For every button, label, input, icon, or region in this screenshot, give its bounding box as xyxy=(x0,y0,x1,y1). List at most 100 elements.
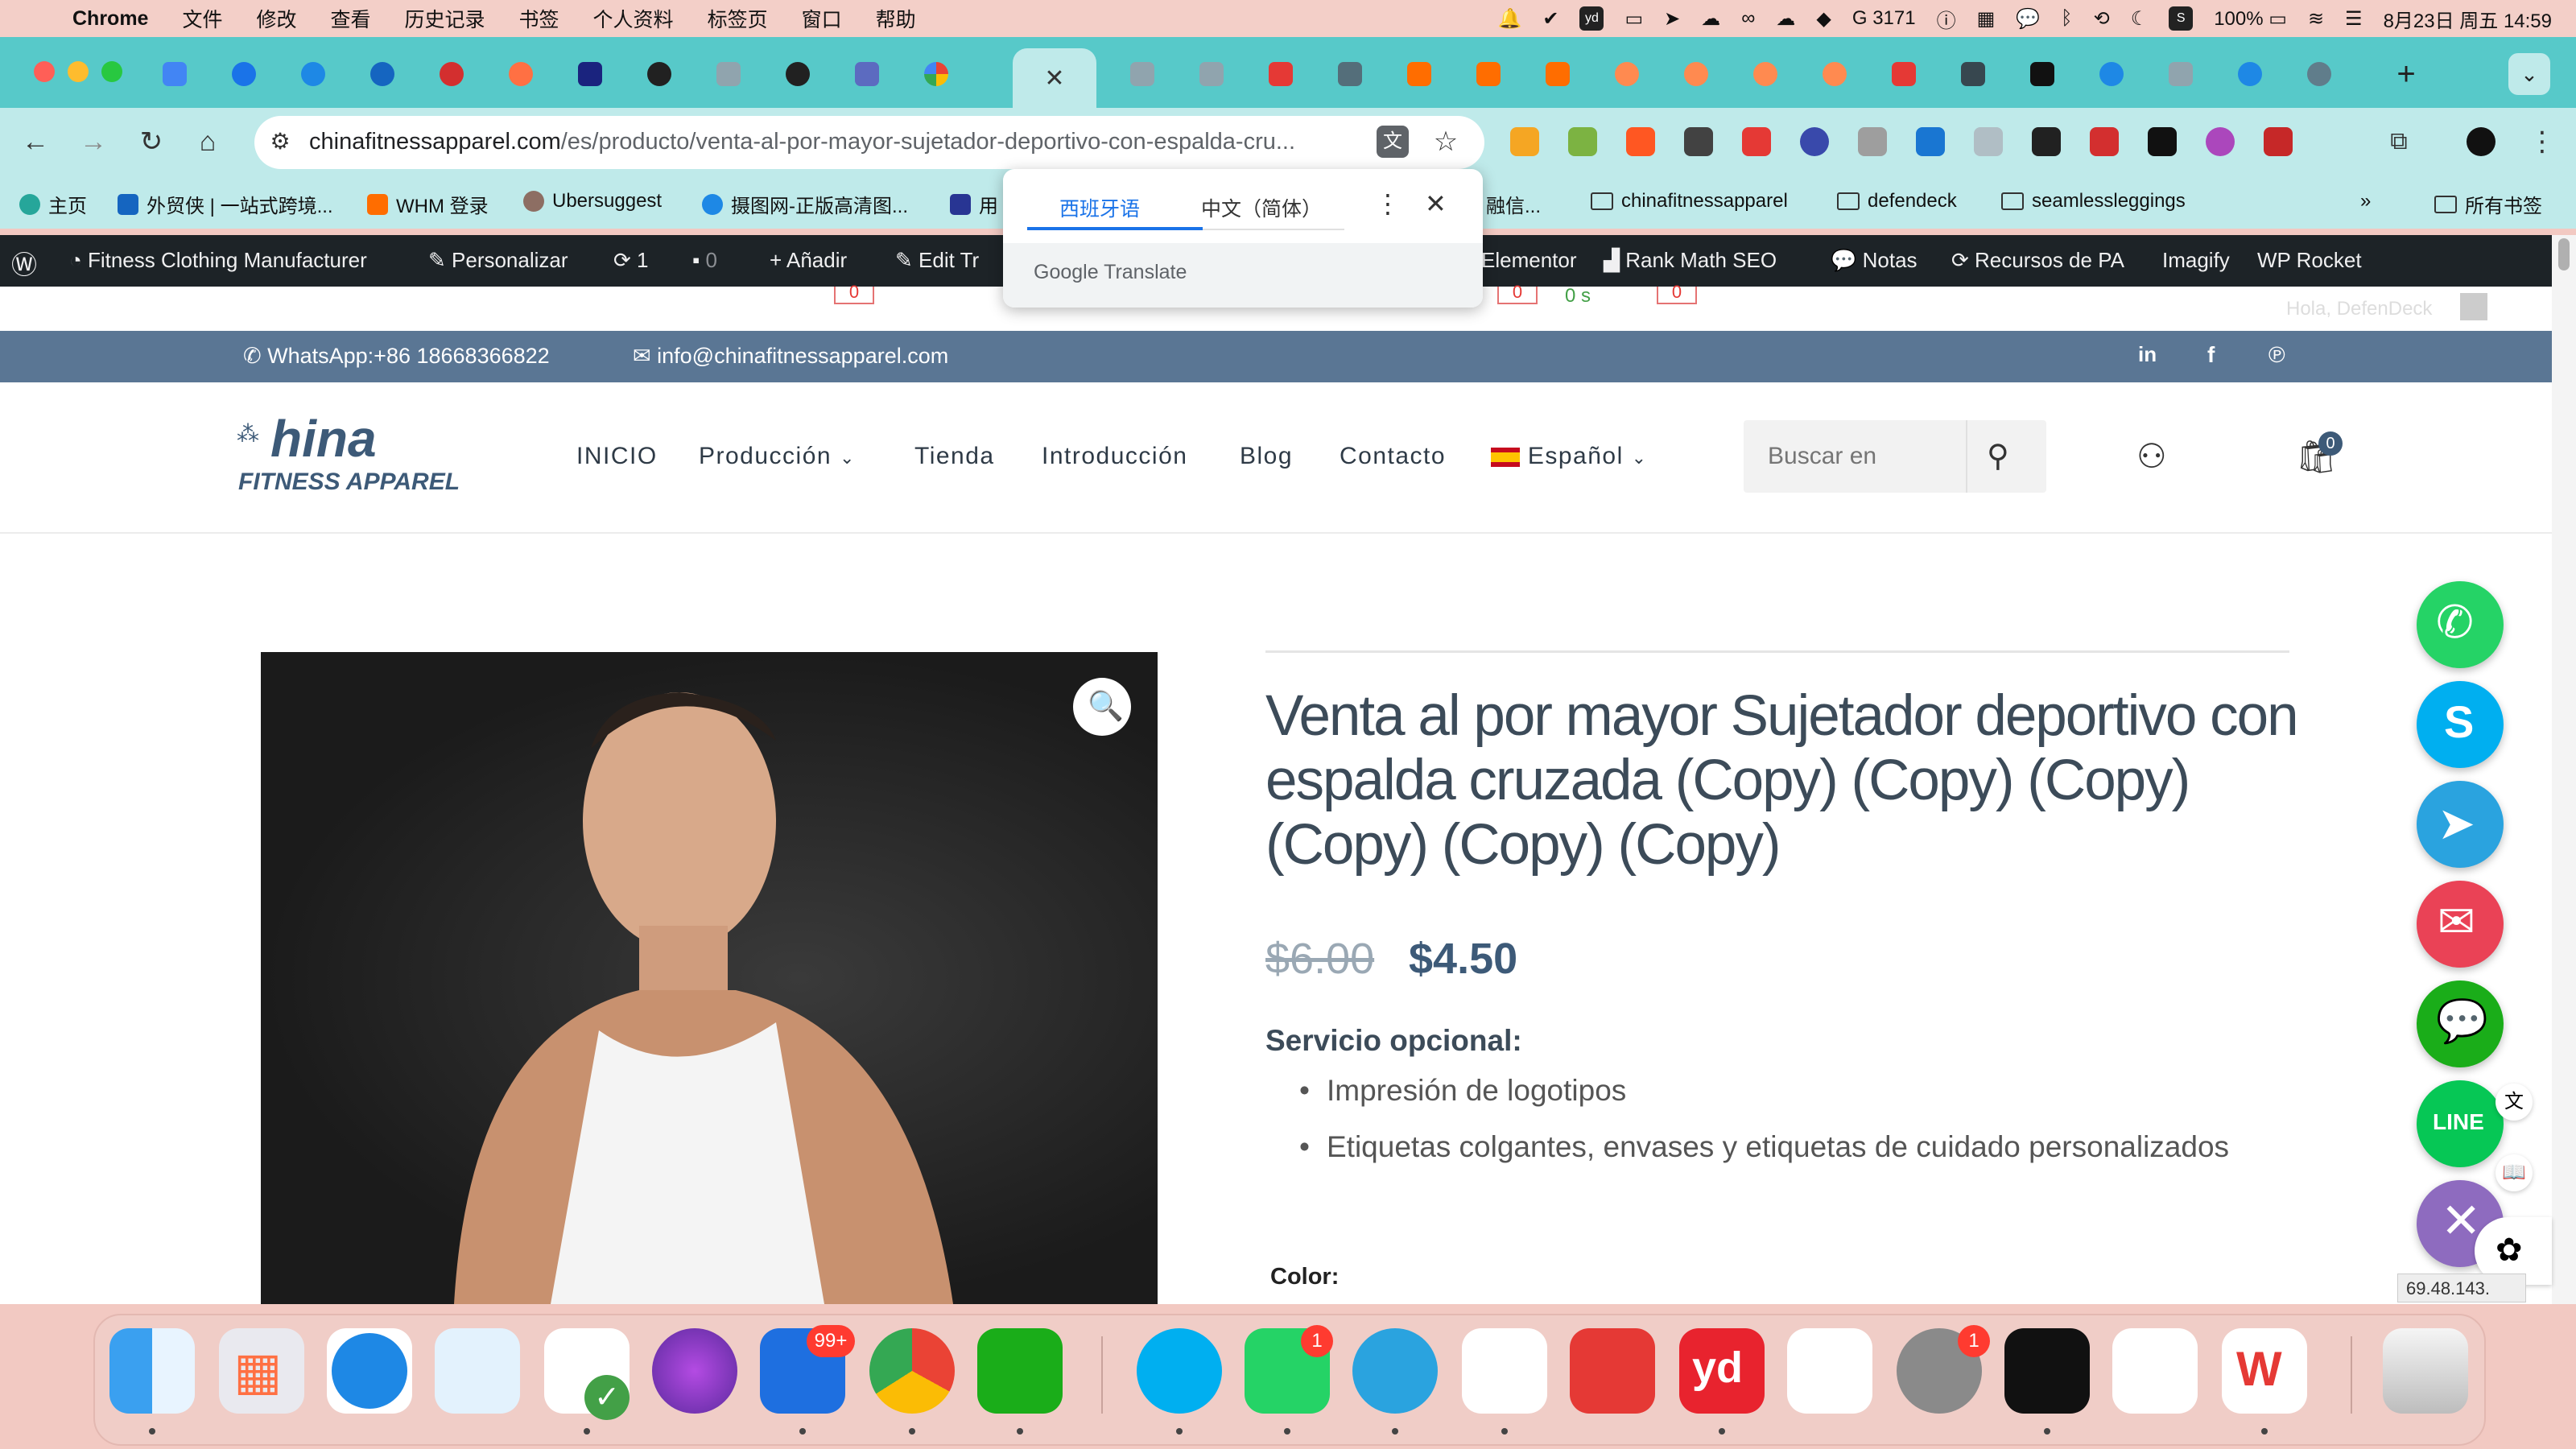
more-menu-icon[interactable]: ⋮ xyxy=(2526,126,2558,158)
wp-notes[interactable]: 💬 Notas xyxy=(1831,248,1918,273)
wp-edit[interactable]: ✎ Edit Tr xyxy=(895,248,979,273)
page-scrollbar[interactable] xyxy=(2552,235,2576,1304)
float-whatsapp-button[interactable]: ✆ xyxy=(2417,581,2504,668)
tab-26[interactable] xyxy=(2011,53,2074,95)
extension-icon[interactable] xyxy=(1626,127,1655,156)
scrollbar-thumb[interactable] xyxy=(2558,238,2570,270)
bookmark-star-icon[interactable]: ☆ xyxy=(1430,126,1462,158)
extension-icon[interactable] xyxy=(2206,127,2235,156)
product-image[interactable] xyxy=(261,652,1158,1304)
wp-customize[interactable]: ✎ Personalizar xyxy=(428,248,568,273)
translate-tab-source[interactable]: 西班牙语 xyxy=(1059,193,1140,222)
tab-22[interactable] xyxy=(1734,53,1797,95)
wp-elementor[interactable]: Elementor xyxy=(1481,248,1577,273)
dock-safari-icon[interactable] xyxy=(327,1328,412,1414)
tab-20[interactable] xyxy=(1596,53,1658,95)
dock-trash-icon[interactable] xyxy=(2383,1328,2468,1414)
tab-21[interactable] xyxy=(1665,53,1728,95)
menu-app-name[interactable]: Chrome xyxy=(72,7,148,31)
tab-25[interactable] xyxy=(1942,53,2004,95)
dock-activity-monitor-icon[interactable] xyxy=(2004,1328,2090,1414)
translate-close-icon[interactable]: ✕ xyxy=(1425,188,1447,219)
window-close-button[interactable] xyxy=(34,61,55,82)
float-line-button[interactable]: LINE xyxy=(2417,1080,2504,1167)
new-tab-button[interactable]: + xyxy=(2375,53,2438,95)
dock-qq-icon[interactable] xyxy=(1462,1328,1547,1414)
bookmark-waimaoxia[interactable]: 外贸侠 | 一站式跨境... xyxy=(118,190,333,218)
link-icon[interactable]: ∞ xyxy=(1741,7,1755,30)
translate-side-icon[interactable]: 文 xyxy=(2496,1084,2533,1121)
translate-icon[interactable]: 文 xyxy=(1377,126,1409,158)
wifi-icon[interactable]: ≋ xyxy=(2308,7,2324,31)
dock-wps-icon[interactable]: W xyxy=(2222,1328,2307,1414)
bookmark-ubersuggest[interactable]: Ubersuggest xyxy=(523,190,662,213)
float-email-button[interactable]: ✉ xyxy=(2417,881,2504,968)
extension-icon[interactable] xyxy=(1742,127,1771,156)
dock-youdao-icon[interactable]: yd xyxy=(1679,1328,1765,1414)
battery-status[interactable]: 100% ▭ xyxy=(2214,7,2287,31)
tab-3[interactable] xyxy=(282,53,345,95)
translate-tab-target[interactable]: 中文（简体） xyxy=(1201,193,1322,222)
nav-blog[interactable]: Blog xyxy=(1240,443,1293,470)
dock-skype-icon[interactable] xyxy=(1137,1328,1222,1414)
tab-30[interactable] xyxy=(2288,53,2351,95)
wp-updates[interactable]: ⟳ 1 xyxy=(613,248,648,273)
translate-more-icon[interactable]: ⋮ xyxy=(1375,188,1401,219)
nav-language[interactable]: Español ⌄ xyxy=(1491,443,1648,470)
tab-8[interactable] xyxy=(628,53,691,95)
nav-tienda[interactable]: Tienda xyxy=(914,443,995,470)
extension-icon[interactable] xyxy=(2032,127,2061,156)
clock-history-icon[interactable]: ⟲ xyxy=(2094,7,2110,31)
extensions-puzzle-icon[interactable]: ⧉ xyxy=(2383,126,2415,158)
tab-10[interactable] xyxy=(766,53,829,95)
dock-baidu-netdisk-icon[interactable] xyxy=(1787,1328,1872,1414)
menu-help[interactable]: 帮助 xyxy=(876,4,916,33)
extension-icon[interactable] xyxy=(1800,127,1829,156)
tab-28[interactable] xyxy=(2149,53,2212,95)
dock-chrome-icon[interactable] xyxy=(869,1328,955,1414)
grid-icon[interactable]: ▦ xyxy=(1977,7,1996,31)
wechat-icon[interactable]: ☁ xyxy=(1701,7,1720,31)
bookmark-yong[interactable]: 用 xyxy=(950,190,998,218)
wp-comments[interactable]: ▪ 0 xyxy=(692,248,717,273)
tab-close-icon[interactable]: ✕ xyxy=(1044,64,1064,93)
bookmark-folder-defendeck[interactable]: defendeck xyxy=(1837,190,1957,213)
tab-24[interactable] xyxy=(1872,53,1935,95)
back-icon[interactable]: ← xyxy=(19,126,52,158)
menu-tabs[interactable]: 标签页 xyxy=(708,4,768,33)
menubar-counter[interactable]: G 3171 xyxy=(1852,7,1916,30)
site-info-icon[interactable]: ⚙ xyxy=(264,126,296,158)
moon-icon[interactable]: ☾ xyxy=(2131,7,2149,31)
tab-active[interactable]: ✕ xyxy=(1013,48,1096,108)
tab-7[interactable] xyxy=(559,53,621,95)
bookmark-all-bookmarks[interactable]: 所有书签 xyxy=(2434,190,2542,218)
zoom-button[interactable]: 🔍 xyxy=(1073,678,1131,736)
tab-27[interactable] xyxy=(2080,53,2143,95)
search-input[interactable] xyxy=(1744,420,1966,493)
extension-icon[interactable] xyxy=(1974,127,2003,156)
tab-18[interactable] xyxy=(1457,53,1520,95)
reader-icon[interactable]: 📖 xyxy=(2496,1154,2533,1191)
bookmark-sheying[interactable]: 摄图网-正版高清图... xyxy=(702,190,908,218)
tab-11[interactable] xyxy=(836,53,898,95)
send-icon[interactable]: ➤ xyxy=(1664,7,1680,31)
wp-new[interactable]: + Añadir xyxy=(770,248,847,273)
pinterest-icon[interactable]: ℗ xyxy=(2268,342,2285,368)
email-link[interactable]: ✉ info@chinafitnessapparel.com xyxy=(633,344,948,369)
account-icon[interactable]: ⚇ xyxy=(2136,436,2167,476)
bookmark-rongxin[interactable]: 融信... xyxy=(1486,190,1541,218)
dock-launchpad-icon[interactable]: ▦ xyxy=(219,1328,304,1414)
menu-view[interactable]: 查看 xyxy=(331,4,371,33)
wp-imagify[interactable]: Imagify xyxy=(2162,248,2230,273)
facebook-icon[interactable]: f xyxy=(2207,342,2215,368)
dock-gdrive-icon[interactable] xyxy=(1570,1328,1655,1414)
tab-search-button[interactable]: ⌄ xyxy=(2508,53,2550,95)
nav-produccion[interactable]: Producción ⌄ xyxy=(699,443,856,470)
monitor-icon[interactable]: ▭ xyxy=(1624,7,1643,31)
extension-icon[interactable] xyxy=(2148,127,2177,156)
window-minimize-button[interactable] xyxy=(68,61,89,82)
dock-ticktick-icon[interactable] xyxy=(2112,1328,2198,1414)
menu-bookmarks[interactable]: 书签 xyxy=(519,4,559,33)
url-text[interactable]: chinafitnessapparel.com/es/producto/vent… xyxy=(309,129,1356,155)
tab-14[interactable] xyxy=(1180,53,1243,95)
